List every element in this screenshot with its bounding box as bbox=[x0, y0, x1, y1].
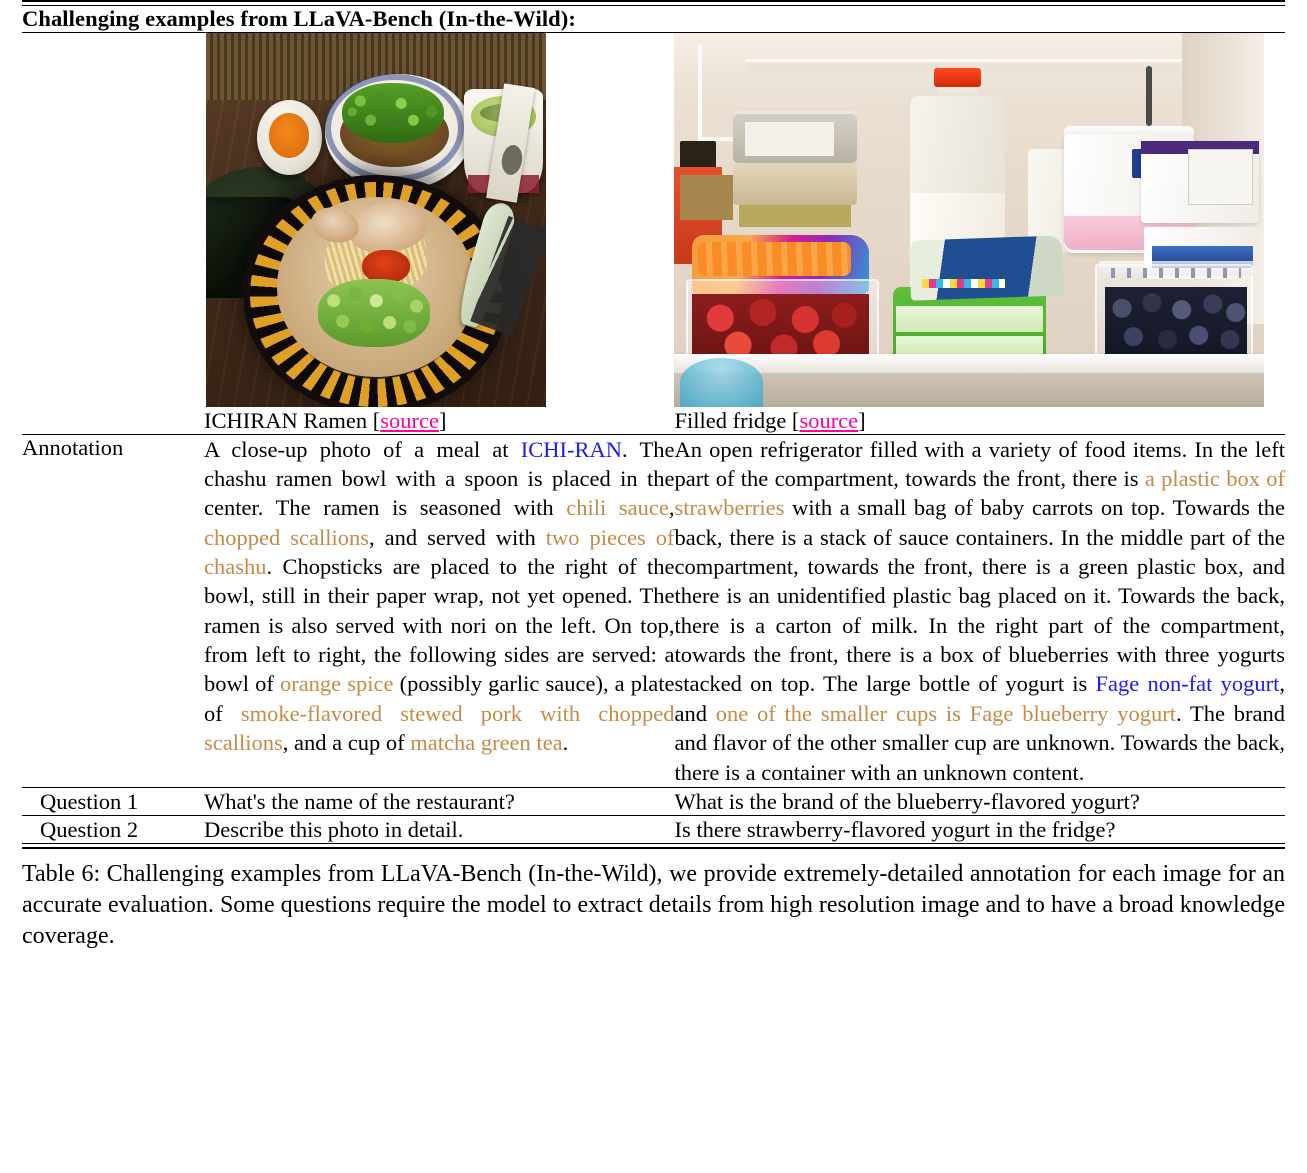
fridge-lower-compartment bbox=[674, 372, 1265, 407]
sauce-container-label bbox=[745, 122, 834, 156]
fridge-source-link[interactable]: source bbox=[799, 408, 858, 433]
blueberries bbox=[1105, 286, 1247, 358]
fridge-vent bbox=[1146, 66, 1153, 127]
images-row-label-cell bbox=[22, 33, 204, 407]
baby-carrots bbox=[698, 242, 852, 276]
blueberry-box-vents bbox=[1111, 268, 1241, 278]
question2-row: Question 2 Describe this photo in detail… bbox=[22, 816, 1285, 843]
ceiling-light-strip bbox=[745, 58, 1194, 62]
annotation-right-text: An open refrigerator filled with a varie… bbox=[674, 435, 1285, 787]
ramen-cell bbox=[204, 32, 674, 407]
table-caption: Table 6: Challenging examples from LLaVA… bbox=[22, 849, 1285, 952]
question1-right: What is the brand of the blueberry-flavo… bbox=[674, 788, 1140, 814]
question1-label: Question 1 bbox=[40, 788, 139, 814]
highlighted-phrase: matcha green tea bbox=[410, 730, 563, 756]
plain-text: with a small bag of baby carrots on top.… bbox=[674, 495, 1285, 697]
plain-text: , and served with bbox=[368, 524, 546, 550]
fridge-caption: Filled fridge [source] bbox=[674, 407, 1285, 434]
plain-text: , and a cup of bbox=[282, 730, 411, 756]
bowl-scallions bbox=[318, 279, 431, 347]
annotation-label: Annotation bbox=[22, 434, 124, 460]
ramen-caption-text: ICHIRAN Ramen [ bbox=[204, 407, 381, 433]
fridge-photo bbox=[674, 32, 1265, 407]
fridge-caption-close: ] bbox=[858, 407, 866, 433]
plain-text: A close-up photo of a meal at bbox=[204, 436, 521, 462]
ramen-caption-close: ] bbox=[439, 407, 447, 433]
table-header-row: Challenging examples from LLaVA-Bench (I… bbox=[22, 6, 1285, 32]
plain-text: . bbox=[562, 730, 569, 756]
highlighted-phrase: chopped scallions bbox=[204, 524, 369, 550]
plate-scallions bbox=[342, 83, 445, 143]
green-box-tier-1 bbox=[895, 305, 1044, 332]
question1-table: Question 1 What's the name of the restau… bbox=[22, 788, 1285, 815]
nutrition-facts-label bbox=[1187, 148, 1253, 205]
fridge-shelf bbox=[674, 354, 1265, 373]
ramen-caption: ICHIRAN Ramen [source] bbox=[204, 407, 674, 434]
question2-left: Describe this photo in detail. bbox=[204, 816, 464, 842]
images-row bbox=[22, 32, 1285, 407]
foreground-blur-item bbox=[680, 357, 763, 407]
entity-link[interactable]: Fage non-fat yogurt bbox=[1096, 671, 1280, 696]
fridge-caption-text: Filled fridge [ bbox=[674, 407, 800, 433]
sauce-container-bottom bbox=[739, 204, 852, 228]
captions-label-cell bbox=[22, 407, 204, 434]
milk-cap bbox=[934, 68, 982, 87]
annotation-table: Annotation A close-up photo of a meal at… bbox=[22, 435, 1285, 787]
ramen-photo bbox=[206, 32, 547, 407]
question2-right: Is there strawberry-flavored yogurt in t… bbox=[674, 816, 1116, 842]
highlighted-phrase: one of the smaller cups is Fage blueberr… bbox=[715, 700, 1176, 726]
annotation-left-text: A close-up photo of a meal at ICHI-RAN. … bbox=[204, 435, 674, 787]
entity-link[interactable]: ICHI-RAN bbox=[521, 437, 622, 462]
chili-sauce bbox=[362, 249, 411, 284]
question1-row: Question 1 What's the name of the restau… bbox=[22, 788, 1285, 815]
annotation-row: Annotation A close-up photo of a meal at… bbox=[22, 435, 1285, 787]
ramen-source-link[interactable]: source bbox=[380, 408, 439, 433]
question1-left: What's the name of the restaurant? bbox=[204, 788, 515, 814]
cardboard-box bbox=[680, 174, 734, 220]
highlighted-phrase: chili sauce bbox=[566, 495, 669, 521]
sauce-container-middle bbox=[733, 163, 858, 205]
shelf-support-left bbox=[698, 43, 703, 142]
table-caption-label: Table 6: bbox=[22, 860, 101, 887]
orange-spice bbox=[268, 112, 310, 158]
page-title: Challenging examples from LLaVA-Bench (I… bbox=[22, 5, 576, 31]
highlighted-phrase: orange spice bbox=[279, 671, 394, 697]
table-figure-page: Challenging examples from LLaVA-Bench (I… bbox=[0, 0, 1307, 1173]
bag-color-dots bbox=[922, 279, 1005, 289]
unidentified-plastic-bag bbox=[909, 235, 1065, 301]
question2-label: Question 2 bbox=[40, 816, 139, 842]
question2-table: Question 2 Describe this photo in detail… bbox=[22, 816, 1285, 843]
media-table: ICHIRAN Ramen [source] Filled fridge [so… bbox=[22, 32, 1285, 434]
fridge-cell bbox=[674, 32, 1285, 407]
examples-table: Challenging examples from LLaVA-Bench (I… bbox=[22, 6, 1285, 32]
captions-row: ICHIRAN Ramen [source] Filled fridge [so… bbox=[22, 407, 1285, 434]
table-caption-text: Challenging examples from LLaVA-Bench (I… bbox=[22, 860, 1285, 949]
